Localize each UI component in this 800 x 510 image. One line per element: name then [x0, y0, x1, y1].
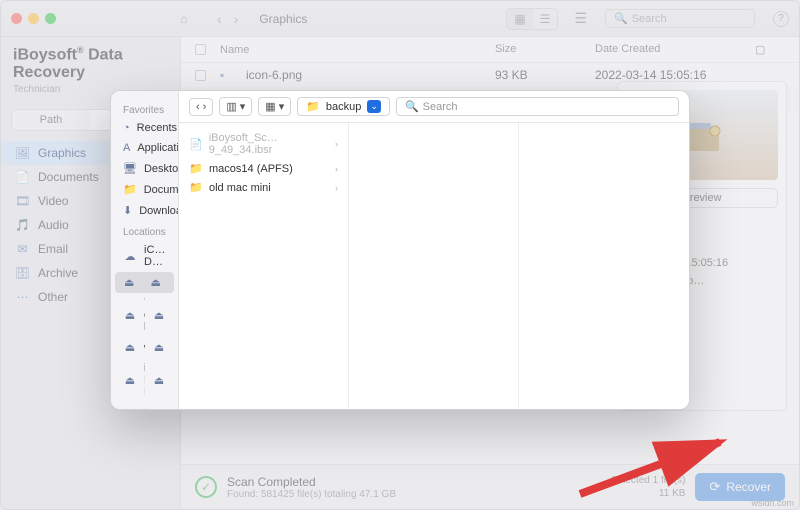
chevron-right-icon: › [335, 139, 338, 149]
group-mode-button[interactable]: ▦ ▾ [258, 97, 291, 116]
sidebar-icon: A [123, 142, 130, 154]
sidebar-icon: ⬇︎ [123, 204, 132, 217]
sidebar-icon: ◔ [123, 122, 130, 134]
sidebar-item-documents[interactable]: 📁Documents [111, 179, 178, 200]
sidebar-item-downloads[interactable]: ⬇︎Downloads [111, 200, 178, 221]
eject-icon[interactable]: ⏏ [152, 406, 166, 410]
sheet-toolbar: ‹› ▥ ▾ ▦ ▾ 📁 backup ⌄ 🔍 Search [179, 91, 689, 123]
column-2[interactable] [349, 123, 519, 410]
section-favorites: Favorites [111, 99, 178, 118]
sidebar-icon: ⏏ [123, 276, 136, 289]
sidebar-item-applications[interactable]: AApplications [111, 138, 178, 158]
sidebar-icon: ⏏ [123, 406, 137, 410]
sidebar-item-youtube channel ba…[interactable]: ⏏YouTube channel ba…⏏ [111, 293, 178, 337]
eject-icon[interactable]: ⏏ [152, 309, 166, 322]
sheet-nav[interactable]: ‹› [189, 98, 213, 116]
sheet-sidebar: Favorites ◔RecentsAApplications🖥Desktop📁… [111, 91, 179, 410]
grid-icon: ▦ [265, 100, 275, 113]
list-item[interactable]: 📁old mac mini› [179, 178, 348, 197]
location-popup[interactable]: 📁 backup ⌄ [297, 97, 390, 116]
fwd-icon: › [203, 101, 207, 113]
chevron-updown-icon: ⌄ [367, 100, 381, 113]
columns-icon: ▥ [226, 100, 236, 113]
column-1[interactable]: 📄iBoysoft_Sc…9_49_34.ibsr›📁macos14 (APFS… [179, 123, 349, 410]
save-sheet: Favorites ◔RecentsAApplications🖥Desktop📁… [110, 90, 690, 410]
eject-icon[interactable]: ⏏ [152, 374, 166, 387]
sidebar-icon: 🖥 [123, 162, 137, 175]
sidebar-icon: ☁︎ [123, 250, 137, 263]
sidebar-icon: ⏏ [123, 374, 137, 387]
sidebar-item-backup[interactable]: ⏏backup⏏ [115, 272, 174, 293]
sidebar-item-untitled[interactable]: ⏏Untitled⏏ [111, 402, 178, 410]
eject-icon[interactable]: ⏏ [150, 276, 163, 289]
back-icon: ‹ [196, 101, 200, 113]
folder-icon: 📁 [189, 181, 203, 194]
sidebar-icon: 📁 [123, 183, 137, 196]
sidebar-item-workspace[interactable]: ⏏workspace⏏ [111, 337, 178, 358]
column-3[interactable] [519, 123, 689, 410]
search-icon: 🔍 [405, 100, 419, 113]
sidebar-item-iboysoft data reco…[interactable]: ⏏iBoysoft Data Reco…⏏ [111, 358, 178, 402]
list-item[interactable]: 📄iBoysoft_Sc…9_49_34.ibsr› [179, 129, 348, 159]
folder-icon: 📁 [306, 100, 320, 113]
sidebar-item-recents[interactable]: ◔Recents [111, 118, 178, 138]
sidebar-item-desktop[interactable]: 🖥Desktop [111, 158, 178, 179]
file-icon: 📄 [189, 138, 203, 151]
sidebar-item-icloud drive[interactable]: ☁︎iCloud Drive [111, 240, 178, 272]
sheet-search[interactable]: 🔍 Search [396, 97, 679, 116]
section-locations: Locations [111, 221, 178, 240]
list-item[interactable]: 📁macos14 (APFS)› [179, 159, 348, 178]
sidebar-icon: ⏏ [123, 309, 137, 322]
folder-icon: 📁 [189, 162, 203, 175]
view-mode-button[interactable]: ▥ ▾ [219, 97, 252, 116]
eject-icon[interactable]: ⏏ [152, 341, 166, 354]
column-view: 📄iBoysoft_Sc…9_49_34.ibsr›📁macos14 (APFS… [179, 123, 689, 410]
sidebar-icon: ⏏ [123, 341, 137, 354]
chevron-right-icon: › [335, 183, 338, 193]
chevron-right-icon: › [335, 164, 338, 174]
watermark: wsldn.com [751, 498, 794, 508]
